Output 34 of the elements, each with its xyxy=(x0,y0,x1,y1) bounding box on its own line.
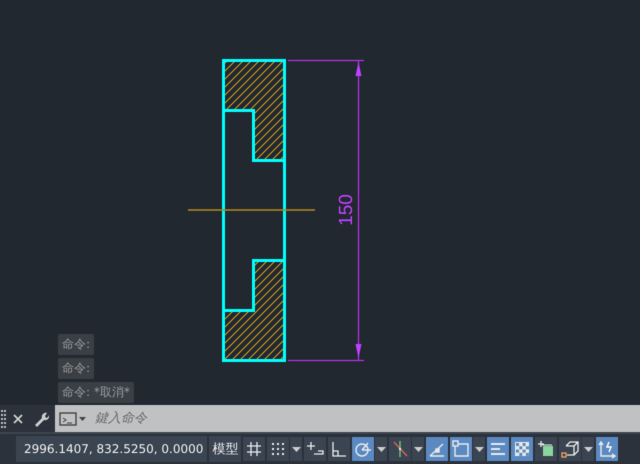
dimension-text: 150 xyxy=(336,194,357,226)
axes-icon xyxy=(597,439,618,459)
lines-toggle[interactable] xyxy=(487,437,510,461)
caret-icon xyxy=(292,446,301,452)
stacked-squares-toggle[interactable] xyxy=(535,437,558,461)
wrench-icon[interactable] xyxy=(33,410,49,426)
dropdown-caret[interactable] xyxy=(375,437,388,461)
caret-icon xyxy=(376,446,386,452)
coordinates-readout: 2996.1407, 832.5250, 0.0000 xyxy=(16,436,208,462)
terminal-icon[interactable] xyxy=(59,412,87,426)
caret-icon xyxy=(474,446,484,452)
dropdown-caret[interactable] xyxy=(582,437,594,461)
dropdown-caret[interactable] xyxy=(412,437,424,461)
square-corner-toggle[interactable] xyxy=(450,437,472,461)
dot-grid-toggle[interactable] xyxy=(267,437,290,461)
plus-corner-toggle[interactable] xyxy=(304,437,326,461)
close-icon[interactable] xyxy=(12,412,24,424)
grip-icon[interactable] xyxy=(1,410,7,428)
right-angle-toggle[interactable] xyxy=(328,437,350,461)
dropdown-caret[interactable] xyxy=(473,437,486,461)
polar-circle-toggle[interactable] xyxy=(352,437,374,461)
grid-toggle[interactable] xyxy=(243,437,266,461)
axes-toggle[interactable] xyxy=(596,437,618,461)
crossed-lines-toggle[interactable] xyxy=(389,437,412,461)
cube-toggle[interactable] xyxy=(559,437,582,461)
caret-icon xyxy=(414,446,423,452)
caret-icon xyxy=(584,446,593,452)
checker-toggle[interactable] xyxy=(511,437,534,461)
angle-toggle[interactable] xyxy=(426,437,448,461)
command-input-field[interactable]: 鍵入命令 xyxy=(55,405,640,432)
square-corner-icon xyxy=(451,439,472,459)
cube-icon xyxy=(560,439,580,459)
dropdown-caret[interactable] xyxy=(290,437,302,461)
model-space-button[interactable]: 模型 xyxy=(209,436,242,462)
